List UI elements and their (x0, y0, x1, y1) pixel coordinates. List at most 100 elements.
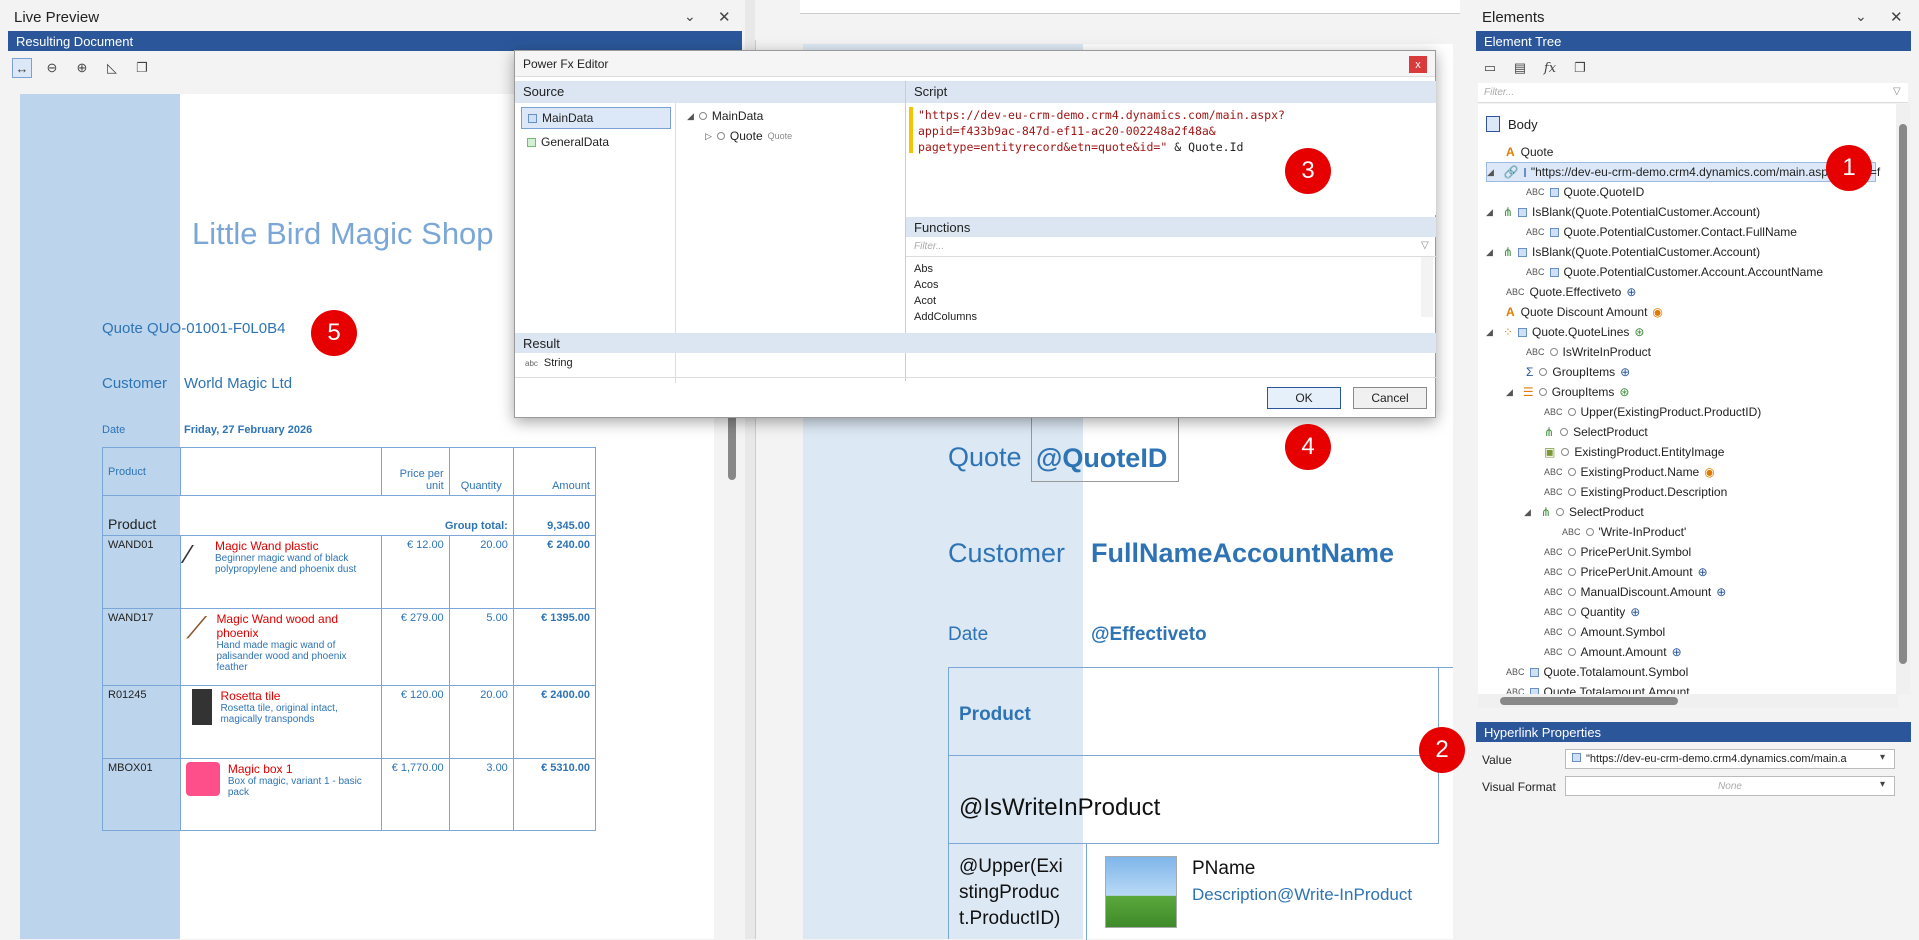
abc-icon: ABC (1544, 607, 1563, 617)
zoom-out-icon[interactable]: ⊖ (42, 58, 62, 78)
list-icon: ☰ (1522, 385, 1534, 399)
fit-width-icon[interactable]: ↔ (12, 58, 32, 78)
add-element-icon[interactable]: ▭ (1480, 58, 1500, 78)
tree-item[interactable]: ABC PricePerUnit.Amount ⊕ (1544, 562, 1708, 582)
table-icon (527, 137, 536, 147)
header-amount: Amount (512, 447, 597, 496)
filter-icon[interactable]: ▽ (1893, 86, 1901, 97)
filter-icon[interactable]: ▽ (1421, 240, 1429, 251)
abc-icon: ABC (1506, 287, 1525, 297)
header-price: Price per unit (380, 447, 450, 496)
tree-item[interactable]: ◢ ⁘ Quote.QuoteLines ⊛ (1486, 322, 1644, 342)
plus-circle-icon: ⊕ (1620, 365, 1631, 379)
result-header: Result (515, 333, 1436, 353)
elements-filter-input[interactable]: Filter... (1478, 83, 1908, 103)
tree-item[interactable]: ABC IsWriteInProduct (1526, 342, 1651, 362)
source-item-generaldata[interactable]: GeneralData (521, 131, 671, 153)
function-item[interactable]: AddColumns (914, 309, 977, 325)
quote-id-field[interactable]: @QuoteID (1031, 416, 1179, 482)
abc-icon: ABC (1544, 487, 1563, 497)
tree-item[interactable]: ABC ExistingProduct.Description (1544, 482, 1727, 502)
copy-icon[interactable]: ❐ (132, 58, 152, 78)
cancel-button[interactable]: Cancel (1353, 387, 1427, 409)
magic-box-image (186, 762, 220, 796)
tree-item[interactable]: ◢ ⋔ IsBlank(Quote.PotentialCustomer.Accoun… (1486, 242, 1760, 262)
value-dropdown[interactable]: "https://dev-eu-crm-demo.crm4.dynamics.c… (1565, 749, 1895, 769)
tree-item[interactable]: ABC Quantity ⊕ (1544, 602, 1640, 622)
horizontal-ruler (800, 0, 1460, 14)
abc-icon: ABC (1506, 667, 1525, 677)
tree-item[interactable]: ABC Amount.Amount ⊕ (1544, 642, 1682, 662)
tree-item[interactable]: ABC ManualDiscount.Amount ⊕ (1544, 582, 1726, 602)
color-wheel-icon: ◉ (1704, 465, 1715, 479)
chevron-down-icon[interactable]: ⌄ (684, 8, 696, 25)
designer-table: Product @IsWriteInProduct @Upper(Existin… (948, 667, 1453, 940)
tree-item-hyperlink[interactable]: ◢ 🔗 "https://dev-eu-crm-demo.crm4.dynamics… (1486, 162, 1880, 182)
tree-node-maindata[interactable]: ◢ MainData (687, 109, 763, 123)
chevron-down-icon[interactable]: ⌄ (1855, 8, 1867, 25)
comment-icon[interactable]: ▤ (1510, 58, 1530, 78)
tree-item[interactable]: ◢ ⋔ IsBlank(Quote.PotentialCustomer.Accoun… (1486, 202, 1760, 222)
tree-item[interactable]: ABC Amount.Symbol (1544, 622, 1665, 642)
chart-icon[interactable]: ◺ (102, 58, 122, 78)
tree-item[interactable]: ABC Quote.PotentialCustomer.Contact.FullN… (1526, 222, 1797, 242)
tree-horizontal-scrollbar[interactable] (1478, 694, 1898, 708)
fx-icon[interactable]: fx (1540, 58, 1560, 78)
upper-productid-field[interactable]: @Upper(ExistingProduct.ProductID) (959, 854, 1064, 932)
customer-value: World Magic Ltd (184, 375, 293, 392)
text-icon: A (1506, 145, 1515, 159)
tree-item[interactable]: A Quote Discount Amount ◉ (1506, 302, 1663, 322)
close-icon[interactable]: ✕ (718, 8, 731, 26)
function-item[interactable]: Acot (914, 293, 977, 309)
wood-wand-image: ⟋ (186, 612, 208, 645)
zoom-in-icon[interactable]: ⊕ (72, 58, 92, 78)
fullname-accountname-field[interactable]: FullNameAccountName (1091, 538, 1394, 569)
up-circle-icon: ⊛ (1619, 385, 1630, 399)
description-field[interactable]: Description@Write-InProduct (1192, 885, 1412, 905)
pname-field[interactable]: PName (1192, 858, 1255, 880)
designer-quote-label: Quote (948, 442, 1022, 472)
tree-item[interactable]: ABC Quote.Effectiveto ⊕ (1506, 282, 1636, 302)
abc-icon: ABC (1506, 687, 1525, 694)
tree-item[interactable]: ◢ ☰ GroupItems ⊛ (1506, 382, 1629, 402)
copy-icon[interactable]: ❐ (1570, 58, 1590, 78)
dropdown-arrow-icon[interactable]: ▾ (1880, 752, 1885, 763)
tree-item[interactable]: ABC Quote.Totalamount.Amount (1506, 682, 1690, 694)
tree-item[interactable]: ABC Quote.PotentialCustomer.Account.Accou… (1526, 262, 1823, 282)
condition-icon: ⋔ (1540, 505, 1551, 519)
plus-circle-icon: ⊕ (1716, 585, 1727, 599)
ok-button[interactable]: OK (1267, 387, 1341, 409)
tree-item[interactable]: ABC Upper(ExistingProduct.ProductID) (1544, 402, 1761, 422)
function-item[interactable]: Abs (914, 261, 977, 277)
tree-item-body[interactable]: Body (1486, 114, 1538, 134)
group-total-value: 9,345.00 (512, 495, 597, 536)
functions-scrollbar[interactable] (1421, 257, 1433, 317)
tree-item[interactable]: ◢ ⋔ SelectProduct (1524, 502, 1644, 522)
callout-badge-2: 2 (1419, 727, 1465, 773)
tree-item[interactable]: ABC 'Write-InProduct' (1562, 522, 1686, 542)
script-editor[interactable]: "https://dev-eu-crm-demo.crm4.dynamics.c… (906, 103, 1436, 215)
dropdown-arrow-icon[interactable]: ▾ (1880, 779, 1885, 790)
tree-item[interactable]: Σ GroupItems ⊕ (1526, 362, 1630, 382)
function-item[interactable]: Acos (914, 277, 977, 293)
tree-vertical-scrollbar[interactable] (1896, 104, 1910, 694)
tree-item[interactable]: ABC Quote.Totalamount.Symbol (1506, 662, 1688, 682)
source-item-maindata[interactable]: MainData (521, 107, 671, 129)
tree-item[interactable]: ABC PricePerUnit.Symbol (1544, 542, 1691, 562)
tree-item[interactable]: ABC Quote.QuoteID (1526, 182, 1644, 202)
visual-format-dropdown[interactable]: None (1565, 776, 1895, 796)
tree-item[interactable]: ABC ExistingProduct.Name ◉ (1544, 462, 1715, 482)
functions-list[interactable]: Abs Acos Acot AddColumns (914, 261, 977, 325)
iswriteinproduct-field[interactable]: @IsWriteInProduct (959, 794, 1160, 822)
tree-item[interactable]: ⋔ SelectProduct (1544, 422, 1648, 442)
product-image-placeholder[interactable] (1105, 856, 1177, 928)
tree-node-quote[interactable]: ▷ Quote Quote (705, 129, 792, 143)
tree-item[interactable]: A Quote (1506, 142, 1553, 162)
functions-filter-input[interactable]: Filter... (906, 237, 1436, 257)
close-icon[interactable]: ✕ (1890, 8, 1903, 26)
live-preview-title: Live Preview (14, 9, 100, 26)
effectiveto-field[interactable]: @Effectiveto (1091, 624, 1207, 646)
tree-item[interactable]: ▣ ExistingProduct.EntityImage (1544, 442, 1724, 462)
dialog-close-button[interactable]: x (1409, 56, 1427, 73)
condition-icon: ⋔ (1544, 425, 1555, 439)
